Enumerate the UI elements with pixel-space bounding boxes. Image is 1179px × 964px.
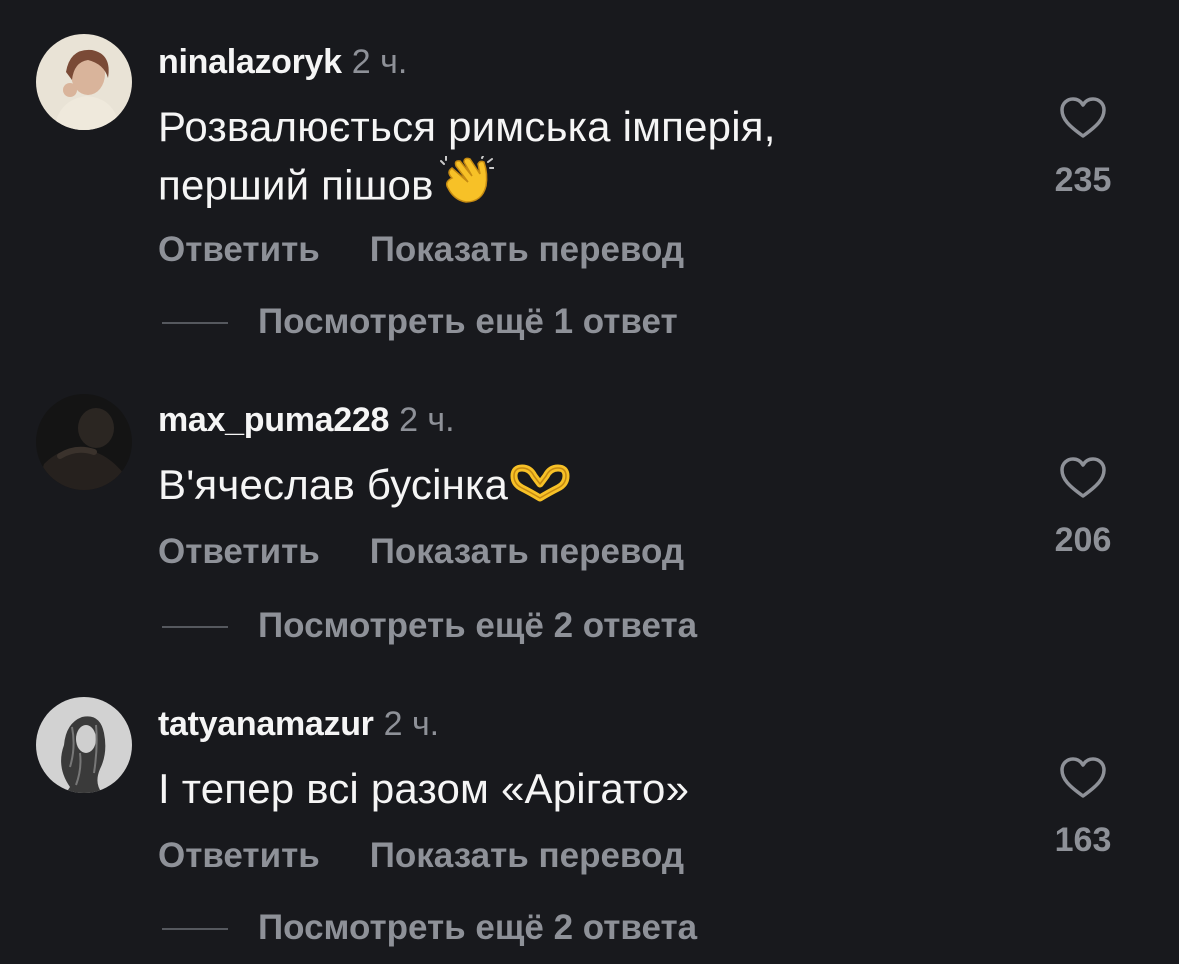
reply-button[interactable]: Ответить xyxy=(158,230,320,269)
view-replies-button[interactable]: Посмотреть ещё 1 ответ xyxy=(258,302,678,342)
timestamp: 2 ч. xyxy=(383,705,440,743)
replies-divider xyxy=(162,928,228,930)
like-count: 206 xyxy=(1054,521,1112,559)
avatar[interactable] xyxy=(36,34,132,130)
view-replies-button[interactable]: Посмотреть ещё 2 ответа xyxy=(258,908,697,948)
heart-outline-icon[interactable] xyxy=(1059,456,1107,500)
timestamp: 2 ч. xyxy=(399,401,455,439)
like-control: 163 xyxy=(1023,756,1143,860)
timestamp: 2 ч. xyxy=(351,43,408,81)
comment-text-line: перший пішов xyxy=(158,153,776,221)
comment-header: max_puma228 2 ч. xyxy=(158,400,455,440)
comment-text: В'ячеслав бусінка xyxy=(158,456,570,517)
view-replies-button[interactable]: Посмотреть ещё 2 ответа xyxy=(258,606,697,646)
clapping-hands-emoji xyxy=(439,153,495,221)
show-translation-button[interactable]: Показать перевод xyxy=(370,532,684,571)
comment-header: ninalazoryk 2 ч. xyxy=(158,42,407,82)
comment-header: tatyanamazur 2 ч. xyxy=(158,704,439,744)
heart-outline-icon[interactable] xyxy=(1059,96,1107,140)
comment-text: Розвалюється римська імперія, перший піш… xyxy=(158,98,776,221)
reply-button[interactable]: Ответить xyxy=(158,532,320,571)
username[interactable]: max_puma228 xyxy=(158,401,389,439)
show-translation-button[interactable]: Показать перевод xyxy=(370,230,684,269)
comment-text-line-content: перший пішов xyxy=(158,161,434,209)
comment-text-line: Розвалюється римська імперія, xyxy=(158,103,776,150)
username[interactable]: tatyanamazur xyxy=(158,705,374,743)
comment-actions: Ответить Показать перевод xyxy=(158,836,684,876)
show-translation-button[interactable]: Показать перевод xyxy=(370,836,684,875)
heart-hands-emoji xyxy=(510,459,570,517)
comment-text-line: В'ячеслав бусінка xyxy=(158,456,570,517)
comment-text-line-content: В'ячеслав бусінка xyxy=(158,461,509,508)
avatar[interactable] xyxy=(36,697,132,793)
comment-text: І тепер всі разом «Арігато» xyxy=(158,760,689,818)
avatar[interactable] xyxy=(36,394,132,490)
username[interactable]: ninalazoryk xyxy=(158,43,342,81)
heart-outline-icon[interactable] xyxy=(1059,756,1107,800)
comment-text-line: І тепер всі разом «Арігато» xyxy=(158,765,690,812)
comment-actions: Ответить Показать перевод xyxy=(158,230,684,270)
replies-divider xyxy=(162,626,228,628)
comment-actions: Ответить Показать перевод xyxy=(158,532,684,572)
like-count: 163 xyxy=(1054,821,1112,859)
like-count: 235 xyxy=(1054,161,1112,199)
replies-divider xyxy=(162,322,228,324)
like-control: 206 xyxy=(1023,456,1143,560)
like-control: 235 xyxy=(1023,96,1143,200)
reply-button[interactable]: Ответить xyxy=(158,836,320,875)
